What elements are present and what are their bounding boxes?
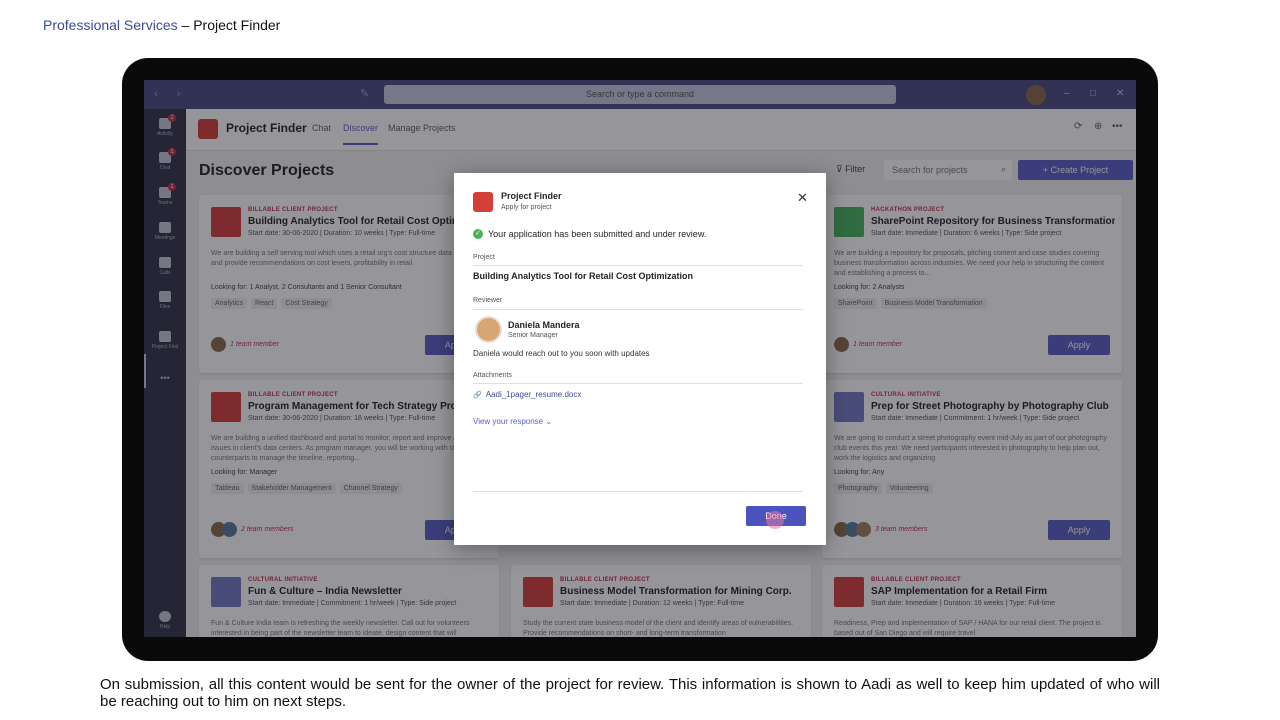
reviewer-name: Daniela Mandera xyxy=(508,320,580,330)
project-name: Building Analytics Tool for Retail Cost … xyxy=(473,271,694,281)
slide-title: Professional Services – Project Finder xyxy=(43,17,281,33)
attachment-link[interactable]: 🔗 Aadi_1pager_resume.docx xyxy=(473,390,581,399)
reviewer-role: Senior Manager xyxy=(508,332,558,339)
slide-caption: On submission, all this content would be… xyxy=(100,676,1160,710)
project-finder-logo-icon xyxy=(473,192,493,212)
attachments-label: Attachments xyxy=(473,372,512,379)
divider xyxy=(473,383,803,384)
reviewer-avatar xyxy=(475,316,502,343)
dialog-subtitle: Apply for project xyxy=(501,204,552,211)
apply-dialog: Project Finder Apply for project ✕ ✓ Your… xyxy=(454,173,826,545)
reviewer-note: Daniela would reach out to you soon with… xyxy=(473,349,650,358)
project-label: Project xyxy=(473,254,495,261)
click-indicator xyxy=(766,511,784,529)
close-icon[interactable]: ✕ xyxy=(797,190,808,206)
view-response-link[interactable]: View your response ⌄ xyxy=(473,417,552,426)
check-circle-icon: ✓ xyxy=(473,229,483,239)
divider xyxy=(473,309,803,310)
divider xyxy=(473,265,803,266)
divider xyxy=(473,491,803,492)
paperclip-icon: 🔗 xyxy=(473,391,482,399)
reviewer-label: Reviewer xyxy=(473,297,503,304)
dialog-app-name: Project Finder xyxy=(501,191,562,201)
submission-status: ✓ Your application has been submitted and… xyxy=(473,229,706,239)
